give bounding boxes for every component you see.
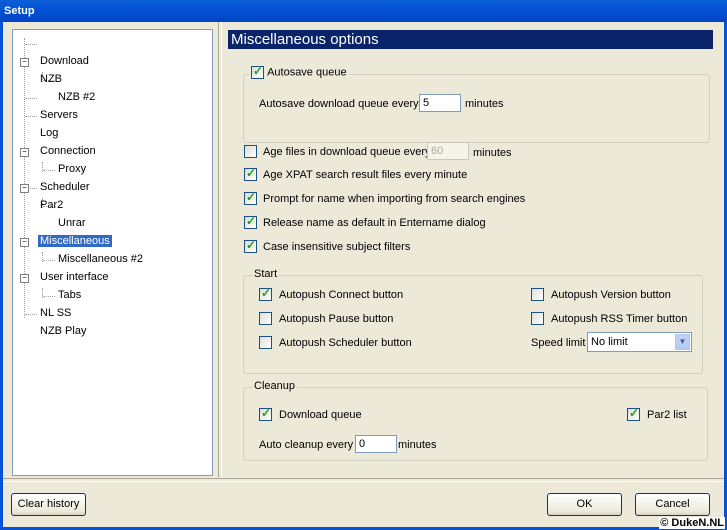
collapse-icon[interactable]: −: [20, 148, 29, 157]
speed-limit-label: Speed limit: [531, 337, 586, 349]
tree-item-nzb-play[interactable]: NZB Play: [40, 323, 86, 339]
cleanup-par2-list-checkbox[interactable]: [627, 406, 640, 421]
autopush-rss-label: Autopush RSS Timer button: [551, 313, 688, 325]
autosave-checkbox[interactable]: [251, 64, 264, 79]
start-group-title: Start: [252, 268, 280, 280]
autosave-group-title: Autosave queue: [249, 64, 349, 79]
auto-cleanup-input[interactable]: 0: [355, 435, 397, 453]
release-name-checkbox[interactable]: [244, 214, 257, 229]
collapse-icon[interactable]: −: [20, 184, 29, 193]
chevron-down-icon[interactable]: ▼: [675, 334, 690, 350]
tree-item-miscellaneous[interactable]: Miscellaneous: [38, 233, 112, 249]
window-title: Setup: [4, 5, 35, 17]
tree-item-tabs[interactable]: Tabs: [58, 287, 81, 303]
title-bar[interactable]: Setup: [0, 0, 727, 22]
tree-item-scheduler[interactable]: Scheduler: [40, 179, 90, 195]
collapse-icon[interactable]: −: [20, 58, 29, 67]
setup-dialog: − − − − − Download NZB NZB #2 Servers Lo…: [0, 22, 727, 530]
tree-item-servers[interactable]: Servers: [40, 107, 78, 123]
vertical-divider: [218, 22, 222, 477]
autopush-scheduler-checkbox[interactable]: [259, 336, 272, 349]
autosave-unit-label: minutes: [465, 98, 504, 110]
speed-limit-select[interactable]: No limit ▼: [587, 332, 692, 352]
autopush-version-checkbox[interactable]: [531, 288, 544, 301]
auto-cleanup-label: Auto cleanup every: [259, 439, 354, 451]
tree-item-log[interactable]: Log: [40, 125, 58, 141]
tree-item-par2[interactable]: Par2: [40, 197, 63, 213]
collapse-icon[interactable]: −: [20, 238, 29, 247]
auto-cleanup-unit: minutes: [398, 439, 437, 451]
autopush-pause-label: Autopush Pause button: [279, 313, 394, 325]
case-insensitive-label: Case insensitive subject filters: [263, 241, 411, 253]
collapse-icon[interactable]: −: [20, 274, 29, 283]
cancel-button[interactable]: Cancel: [635, 493, 710, 516]
tree-item-proxy[interactable]: Proxy: [58, 161, 86, 177]
autopush-connect-checkbox[interactable]: [259, 286, 272, 301]
horizontal-separator: [3, 478, 724, 482]
prompt-name-checkbox[interactable]: [244, 190, 257, 205]
autopush-version-label: Autopush Version button: [551, 289, 671, 301]
tree-item-download[interactable]: Download: [40, 53, 89, 69]
copyright-watermark: © DukeN.NL: [659, 517, 725, 529]
autopush-pause-checkbox[interactable]: [259, 312, 272, 325]
tree-item-user-interface[interactable]: User interface: [40, 269, 108, 285]
cleanup-par2-list-label: Par2 list: [647, 409, 687, 421]
tree-item-nzb-2[interactable]: NZB #2: [58, 89, 95, 105]
autopush-scheduler-label: Autopush Scheduler button: [279, 337, 412, 349]
case-insensitive-checkbox[interactable]: [244, 238, 257, 253]
tree-item-miscellaneous-2[interactable]: Miscellaneous #2: [58, 251, 143, 267]
tree-item-unrar[interactable]: Unrar: [58, 215, 86, 231]
release-name-label: Release name as default in Entername dia…: [263, 217, 486, 229]
tree-item-nl-ss[interactable]: NL SS: [40, 305, 71, 321]
ok-button[interactable]: OK: [547, 493, 622, 516]
age-xpat-checkbox[interactable]: [244, 166, 257, 181]
clear-history-button[interactable]: Clear history: [11, 493, 86, 516]
autosave-interval-input[interactable]: 5: [419, 94, 461, 112]
settings-tree[interactable]: − − − − − Download NZB NZB #2 Servers Lo…: [12, 29, 213, 476]
tree-item-nzb[interactable]: NZB: [40, 71, 62, 87]
cleanup-download-queue-label: Download queue: [279, 409, 362, 421]
age-files-input[interactable]: 60: [427, 142, 469, 160]
autopush-connect-label: Autopush Connect button: [279, 289, 404, 301]
autopush-rss-checkbox[interactable]: [531, 312, 544, 325]
age-files-label: Age files in download queue every: [263, 146, 431, 158]
age-files-checkbox[interactable]: [244, 145, 257, 158]
tree-item-connection[interactable]: Connection: [40, 143, 96, 159]
age-xpat-label: Age XPAT search result files every minut…: [263, 169, 468, 181]
age-files-unit: minutes: [473, 147, 512, 159]
prompt-name-label: Prompt for name when importing from sear…: [263, 193, 526, 205]
autosave-every-label: Autosave download queue every: [259, 98, 419, 110]
cleanup-group-title: Cleanup: [252, 380, 297, 392]
cleanup-download-queue-checkbox[interactable]: [259, 406, 272, 421]
page-title: Miscellaneous options: [228, 30, 713, 49]
